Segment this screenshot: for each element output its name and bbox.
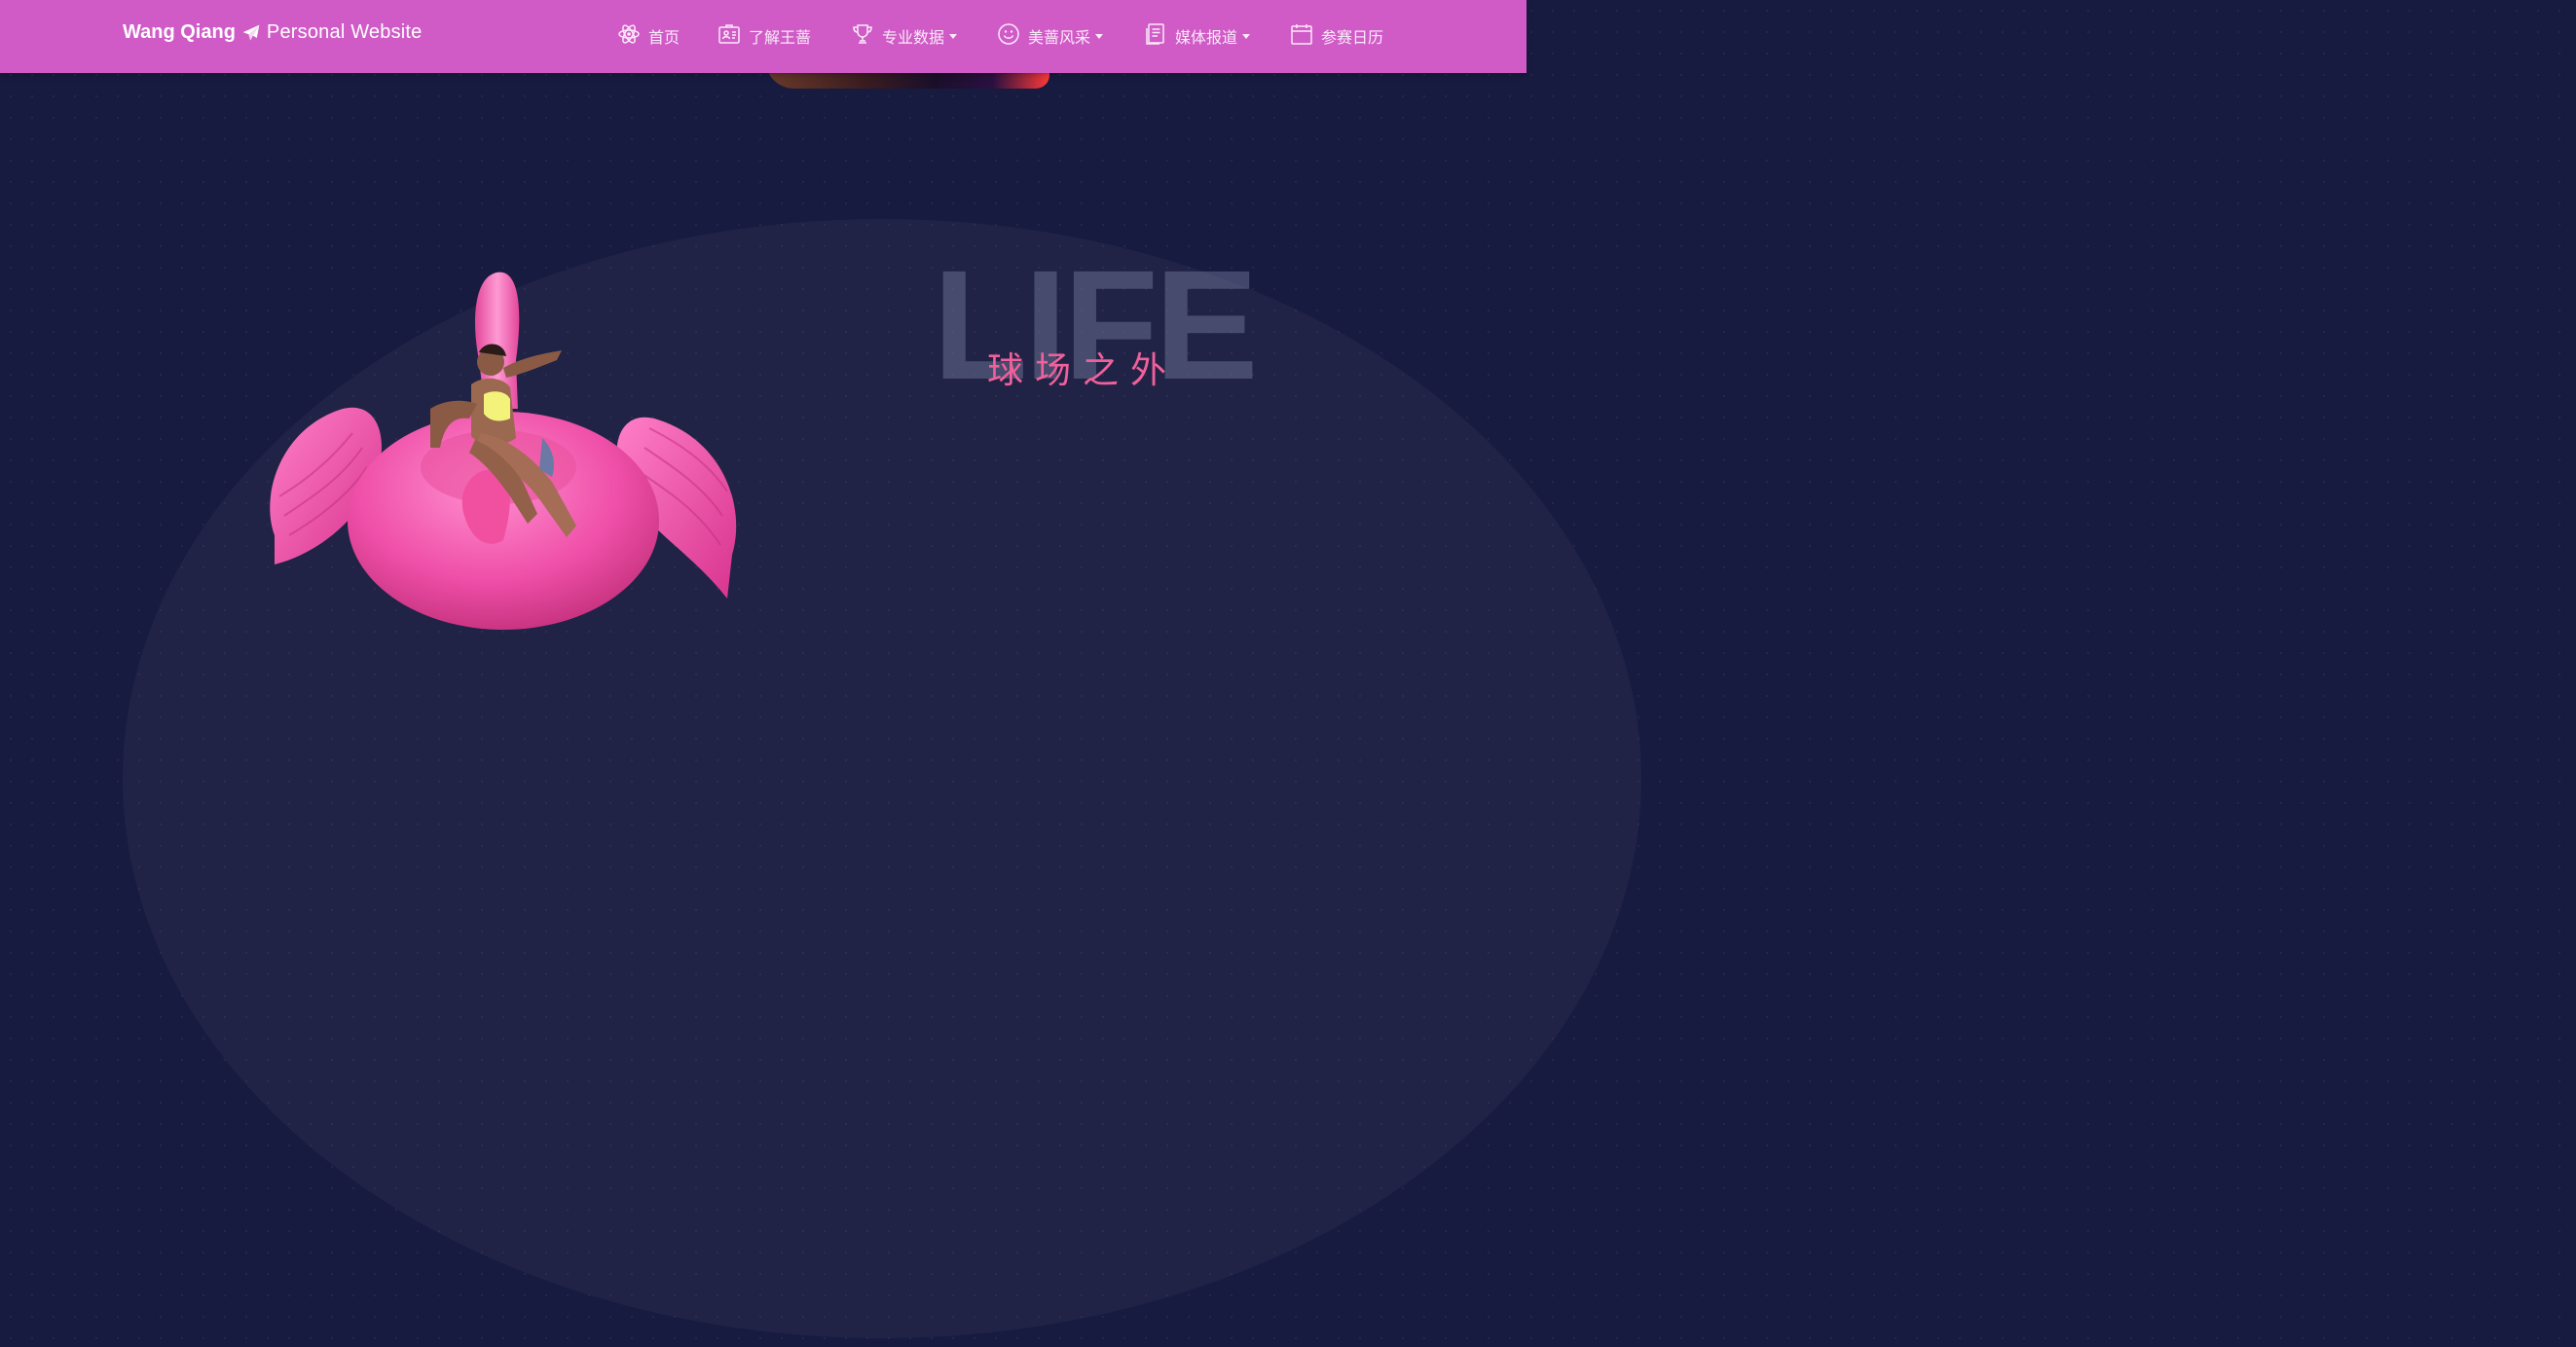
chevron-down-icon	[949, 33, 958, 39]
nav-item-label: 了解王蔷	[749, 28, 812, 47]
id-card-icon	[718, 22, 741, 50]
nav-item-label: 专业数据	[882, 28, 945, 47]
chevron-down-icon	[1242, 33, 1251, 39]
brand-logo[interactable]: Wang Qiang Personal Website	[123, 21, 423, 44]
brand-subtitle: Personal Website	[266, 21, 423, 43]
document-icon	[1144, 22, 1167, 50]
trophy-icon	[851, 22, 874, 50]
calendar-icon	[1290, 22, 1313, 50]
nav-item-gallery[interactable]: 美蔷风采	[997, 21, 1104, 51]
nav-item-label: 美蔷风采	[1028, 28, 1091, 47]
navbar: Wang Qiang Personal Website 首页 了解王蔷 专业数据…	[0, 0, 1527, 73]
nav-item-about[interactable]: 了解王蔷	[718, 21, 811, 51]
nav-item-label: 首页	[648, 28, 681, 47]
nav-item-calendar[interactable]: 参赛日历	[1290, 21, 1383, 51]
nav-item-home[interactable]: 首页	[617, 21, 680, 51]
atom-icon	[617, 22, 641, 50]
section-title: 球场之外	[987, 349, 1178, 391]
nav-item-media[interactable]: 媒体报道	[1144, 21, 1251, 51]
nav-item-label: 参赛日历	[1321, 28, 1384, 47]
flamingo-float-photo	[255, 263, 752, 642]
nav-item-label: 媒体报道	[1175, 28, 1238, 47]
chevron-down-icon	[1095, 33, 1104, 39]
paper-plane-icon	[241, 23, 261, 43]
nav-item-stats[interactable]: 专业数据	[851, 21, 958, 51]
smile-icon	[997, 22, 1020, 50]
brand-name: Wang Qiang	[123, 21, 236, 43]
